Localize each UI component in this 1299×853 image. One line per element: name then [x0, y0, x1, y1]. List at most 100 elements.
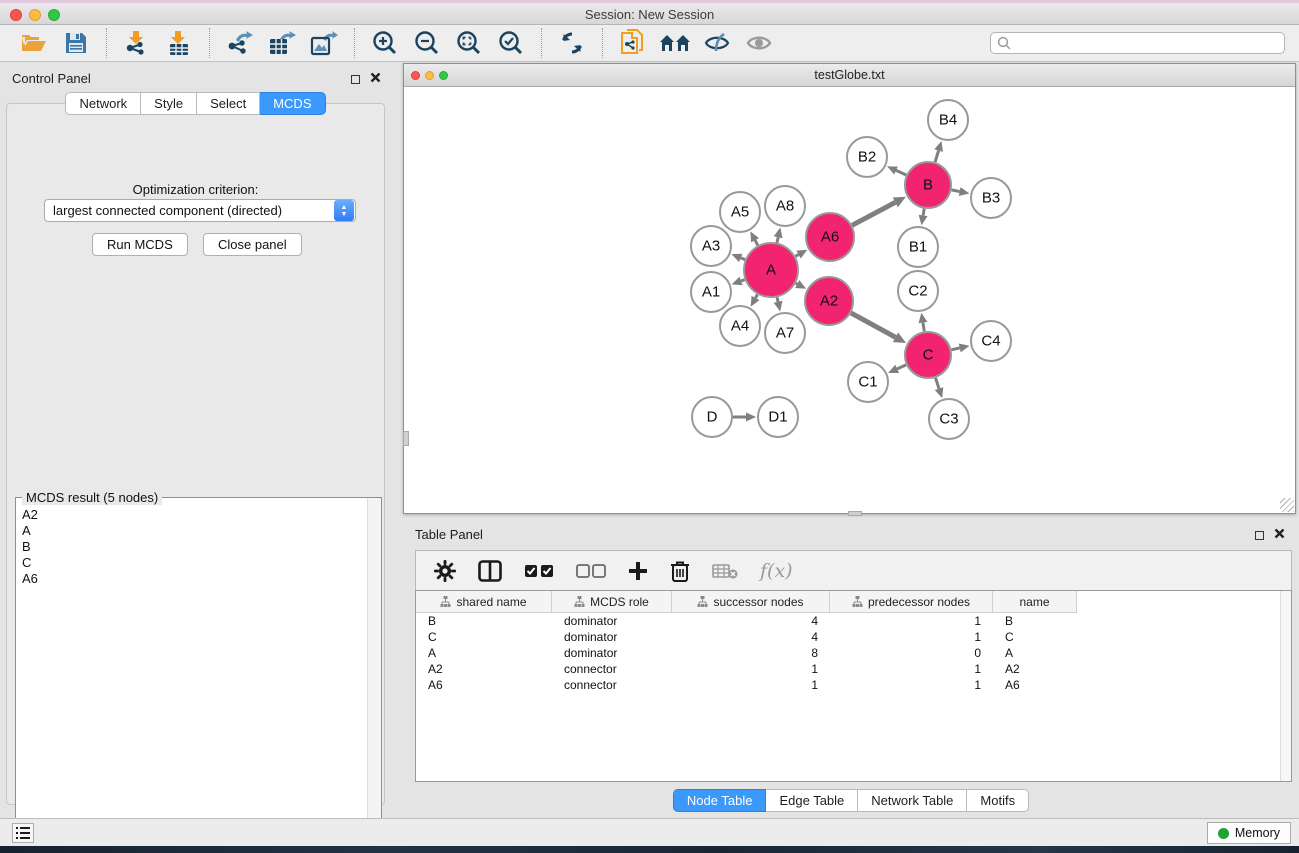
- table-cell[interactable]: 8: [672, 645, 830, 661]
- tab-select[interactable]: Select: [197, 92, 260, 115]
- refresh-layout-button[interactable]: [554, 28, 590, 58]
- table-row[interactable]: Cdominator41C: [416, 629, 1291, 645]
- table-cell[interactable]: C: [416, 629, 552, 645]
- mcds-result-list[interactable]: A2ABCA6: [16, 501, 367, 833]
- network-window-titlebar[interactable]: testGlobe.txt: [404, 64, 1295, 87]
- save-session-button[interactable]: [58, 28, 94, 58]
- window-edge-handle[interactable]: [848, 511, 862, 516]
- tab-style[interactable]: Style: [141, 92, 197, 115]
- resize-grip-icon[interactable]: [1280, 498, 1294, 512]
- function-builder-button[interactable]: f(x): [760, 560, 793, 582]
- mcds-result-item[interactable]: A: [22, 523, 367, 539]
- edge-A-A7[interactable]: [777, 297, 778, 301]
- edge-C-C3[interactable]: [935, 378, 939, 389]
- open-session-button[interactable]: [16, 28, 52, 58]
- first-neighbors-button[interactable]: [657, 28, 693, 58]
- edge-A-A1[interactable]: [741, 280, 745, 281]
- tab-edge-table[interactable]: Edge Table: [766, 789, 858, 812]
- export-network-button[interactable]: [222, 28, 258, 58]
- column-header-successor-nodes[interactable]: successor nodes: [672, 591, 830, 613]
- tab-network[interactable]: Network: [65, 92, 141, 115]
- import-table-button[interactable]: [161, 28, 197, 58]
- column-header-name[interactable]: name: [993, 591, 1077, 613]
- table-cell[interactable]: connector: [552, 661, 672, 677]
- show-columns-button[interactable]: [478, 560, 502, 582]
- close-panel-icon[interactable]: [370, 70, 381, 88]
- import-network-button[interactable]: [119, 28, 155, 58]
- edge-A-A4[interactable]: [755, 294, 757, 298]
- table-row[interactable]: Adominator80A: [416, 645, 1291, 661]
- table-cell[interactable]: A: [416, 645, 552, 661]
- show-hide-annotations-button[interactable]: [741, 28, 777, 58]
- zoom-in-button[interactable]: [367, 28, 403, 58]
- table-cell[interactable]: connector: [552, 677, 672, 693]
- column-header-shared-name[interactable]: shared name: [416, 591, 552, 613]
- show-hide-graphics-button[interactable]: [699, 28, 735, 58]
- tab-motifs[interactable]: Motifs: [967, 789, 1029, 812]
- table-cell[interactable]: 4: [672, 629, 830, 645]
- edge-B-B2[interactable]: [896, 170, 906, 175]
- export-image-button[interactable]: [306, 28, 342, 58]
- search-input[interactable]: [990, 32, 1285, 54]
- mcds-result-item[interactable]: A6: [22, 571, 367, 587]
- export-table-button[interactable]: [264, 28, 300, 58]
- table-cell[interactable]: B: [416, 613, 552, 629]
- edge-B-B4[interactable]: [935, 151, 939, 162]
- window-edge-handle[interactable]: [403, 431, 409, 446]
- edge-A-A5[interactable]: [755, 240, 758, 245]
- edge-A2-C[interactable]: [851, 313, 896, 337]
- float-table-panel-icon[interactable]: [1255, 531, 1264, 540]
- run-mcds-button[interactable]: Run MCDS: [92, 233, 188, 256]
- memory-button[interactable]: Memory: [1207, 822, 1291, 844]
- table-row[interactable]: Bdominator41B: [416, 613, 1291, 629]
- tab-mcds[interactable]: MCDS: [260, 92, 325, 115]
- zoom-selected-button[interactable]: [493, 28, 529, 58]
- mcds-result-item[interactable]: A2: [22, 507, 367, 523]
- table-cell[interactable]: A2: [993, 661, 1077, 677]
- edge-B-B3[interactable]: [952, 190, 960, 192]
- table-settings-button[interactable]: [434, 560, 456, 582]
- mcds-result-item[interactable]: B: [22, 539, 367, 555]
- close-table-panel-icon[interactable]: [1274, 526, 1285, 544]
- network-graph[interactable]: B4B2BB3A5A8A6A3B1AA1C2A2A4A7C4CC1DD1C3: [404, 87, 1295, 513]
- table-cell[interactable]: dominator: [552, 629, 672, 645]
- clear-table-button[interactable]: [712, 562, 738, 580]
- edge-A-A6[interactable]: [795, 255, 798, 257]
- edge-B-B1[interactable]: [923, 209, 924, 216]
- table-cell[interactable]: 1: [830, 613, 993, 629]
- table-row[interactable]: A2connector11A2: [416, 661, 1291, 677]
- unselect-all-columns-button[interactable]: [576, 563, 606, 579]
- table-cell[interactable]: A6: [416, 677, 552, 693]
- criterion-dropdown[interactable]: largest connected component (directed) ▲…: [44, 199, 356, 222]
- table-cell[interactable]: 1: [672, 661, 830, 677]
- table-cell[interactable]: dominator: [552, 613, 672, 629]
- edge-A6-B[interactable]: [852, 202, 895, 225]
- edge-C-C4[interactable]: [951, 348, 959, 350]
- table-cell[interactable]: 1: [830, 629, 993, 645]
- edge-A-A3[interactable]: [741, 258, 745, 260]
- table-cell[interactable]: dominator: [552, 645, 672, 661]
- edge-C-C2[interactable]: [923, 323, 924, 332]
- column-header-predecessor-nodes[interactable]: predecessor nodes: [830, 591, 993, 613]
- task-history-button[interactable]: [12, 823, 34, 843]
- table-cell[interactable]: 0: [830, 645, 993, 661]
- new-network-from-selection-button[interactable]: [615, 28, 651, 58]
- table-row[interactable]: A6connector11A6: [416, 677, 1291, 693]
- tab-network-table[interactable]: Network Table: [858, 789, 967, 812]
- tab-node-table[interactable]: Node Table: [673, 789, 767, 812]
- zoom-fit-button[interactable]: [451, 28, 487, 58]
- table-cell[interactable]: 1: [830, 677, 993, 693]
- table-scrollbar[interactable]: [1280, 591, 1291, 781]
- edge-A-A8[interactable]: [777, 237, 778, 242]
- delete-column-button[interactable]: [670, 560, 690, 582]
- result-scrollbar[interactable]: [367, 498, 381, 833]
- table-cell[interactable]: A2: [416, 661, 552, 677]
- table-cell[interactable]: 4: [672, 613, 830, 629]
- close-panel-button[interactable]: Close panel: [203, 233, 302, 256]
- table-cell[interactable]: 1: [830, 661, 993, 677]
- edge-C-C1[interactable]: [897, 365, 906, 369]
- edge-A-A2[interactable]: [796, 283, 798, 284]
- table-cell[interactable]: A: [993, 645, 1077, 661]
- select-all-columns-button[interactable]: [524, 563, 554, 579]
- table-cell[interactable]: 1: [672, 677, 830, 693]
